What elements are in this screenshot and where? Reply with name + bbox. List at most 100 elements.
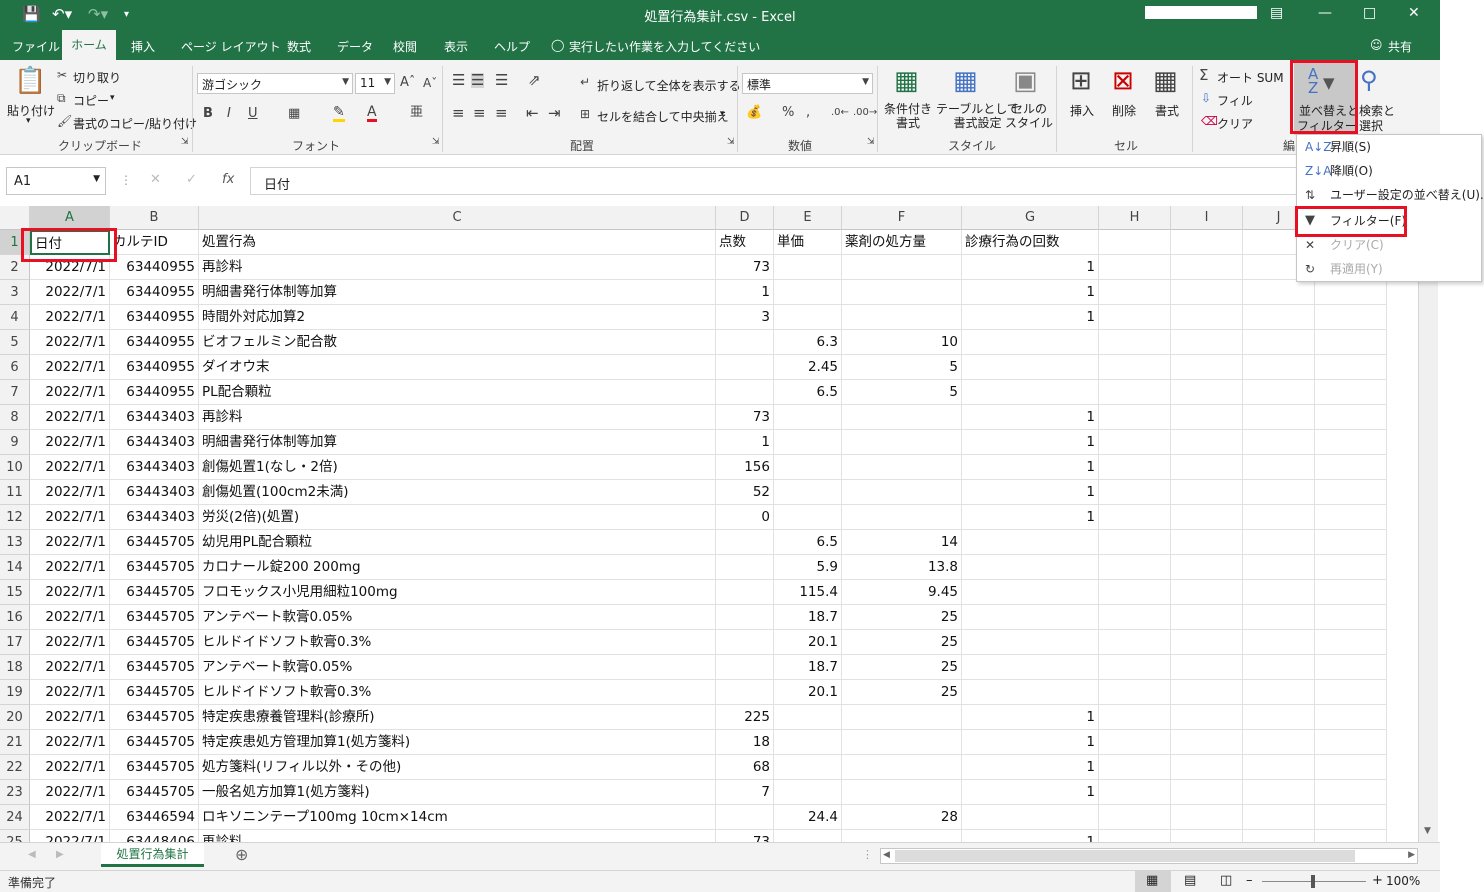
empty-cell[interactable] bbox=[1315, 755, 1387, 780]
unit-price-cell[interactable] bbox=[774, 705, 842, 730]
empty-cell[interactable] bbox=[1243, 780, 1315, 805]
count-cell[interactable]: 1 bbox=[962, 455, 1099, 480]
clear-button[interactable]: クリア bbox=[1217, 115, 1253, 132]
empty-cell[interactable] bbox=[1243, 455, 1315, 480]
treatment-cell[interactable]: 再診料 bbox=[199, 255, 716, 280]
empty-cell[interactable] bbox=[1243, 580, 1315, 605]
tab-data[interactable]: データ bbox=[337, 38, 373, 55]
count-cell[interactable] bbox=[962, 380, 1099, 405]
points-cell[interactable]: 7 bbox=[716, 780, 774, 805]
zoom-slider-thumb[interactable] bbox=[1311, 875, 1315, 888]
chart-id-cell[interactable]: 63443403 bbox=[110, 480, 199, 505]
row-header[interactable]: 9 bbox=[0, 430, 30, 455]
row-header[interactable]: 18 bbox=[0, 655, 30, 680]
count-cell[interactable] bbox=[962, 355, 1099, 380]
split-handle-icon[interactable]: ⋮ bbox=[862, 848, 873, 861]
count-cell[interactable]: 1 bbox=[962, 430, 1099, 455]
menu-item-custom-sort[interactable]: ⇅ ユーザー設定の並べ替え(U)... bbox=[1297, 183, 1484, 207]
row-header[interactable]: 13 bbox=[0, 530, 30, 555]
date-cell[interactable]: 2022/7/1 bbox=[30, 255, 110, 280]
close-button[interactable]: ✕ bbox=[1408, 5, 1420, 21]
row-header[interactable]: 7 bbox=[0, 380, 30, 405]
chart-id-cell[interactable]: 63440955 bbox=[110, 305, 199, 330]
unit-price-cell[interactable]: 18.7 bbox=[774, 605, 842, 630]
row-header[interactable]: 15 bbox=[0, 580, 30, 605]
empty-cell[interactable] bbox=[1243, 680, 1315, 705]
count-cell[interactable] bbox=[962, 605, 1099, 630]
unit-price-cell[interactable] bbox=[774, 305, 842, 330]
chart-id-cell[interactable]: 63445705 bbox=[110, 755, 199, 780]
empty-cell[interactable] bbox=[1099, 830, 1171, 842]
row-header[interactable]: 2 bbox=[0, 255, 30, 280]
treatment-cell[interactable]: 創傷処置1(なし・2倍) bbox=[199, 455, 716, 480]
empty-cell[interactable] bbox=[1243, 480, 1315, 505]
align-center-icon[interactable]: ≡ bbox=[473, 106, 486, 121]
header-cell[interactable]: カルテID bbox=[110, 230, 199, 255]
points-cell[interactable] bbox=[716, 530, 774, 555]
treatment-cell[interactable]: アンテベート軟膏0.05% bbox=[199, 605, 716, 630]
empty-cell[interactable] bbox=[1243, 755, 1315, 780]
quantity-cell[interactable] bbox=[842, 280, 962, 305]
empty-cell[interactable] bbox=[1243, 405, 1315, 430]
unit-price-cell[interactable] bbox=[774, 455, 842, 480]
paste-dropdown-icon[interactable]: ▾ bbox=[26, 116, 31, 126]
date-cell[interactable]: 2022/7/1 bbox=[30, 505, 110, 530]
share-button[interactable]: 共有 bbox=[1388, 38, 1412, 55]
empty-cell[interactable] bbox=[1315, 305, 1387, 330]
empty-cell[interactable] bbox=[1243, 330, 1315, 355]
empty-cell[interactable] bbox=[1315, 605, 1387, 630]
quantity-cell[interactable]: 25 bbox=[842, 630, 962, 655]
row-header[interactable]: 16 bbox=[0, 605, 30, 630]
normal-view-button[interactable]: ▦ bbox=[1135, 871, 1171, 892]
chart-id-cell[interactable]: 63448406 bbox=[110, 830, 199, 842]
number-launcher-icon[interactable]: ⇲ bbox=[867, 137, 875, 147]
empty-cell[interactable] bbox=[1099, 730, 1171, 755]
points-cell[interactable]: 73 bbox=[716, 405, 774, 430]
cancel-icon[interactable]: ✕ bbox=[150, 172, 161, 187]
tab-file[interactable]: ファイル bbox=[12, 38, 60, 55]
page-layout-view-icon[interactable]: ▤ bbox=[1184, 873, 1196, 888]
tab-view[interactable]: 表示 bbox=[444, 38, 468, 55]
quantity-cell[interactable] bbox=[842, 705, 962, 730]
delete-cells-button[interactable]: 削除 bbox=[1112, 102, 1136, 119]
paste-icon[interactable]: 📋 bbox=[14, 68, 46, 94]
column-header-C[interactable]: C bbox=[199, 206, 716, 230]
empty-cell[interactable] bbox=[1315, 630, 1387, 655]
treatment-cell[interactable]: 再診料 bbox=[199, 830, 716, 842]
chart-id-cell[interactable]: 63445705 bbox=[110, 680, 199, 705]
font-name-combo[interactable]: 游ゴシック ▼ bbox=[197, 73, 353, 94]
unit-price-cell[interactable]: 18.7 bbox=[774, 655, 842, 680]
treatment-cell[interactable]: アンテベート軟膏0.05% bbox=[199, 655, 716, 680]
quantity-cell[interactable] bbox=[842, 505, 962, 530]
empty-cell[interactable] bbox=[1243, 505, 1315, 530]
count-cell[interactable]: 1 bbox=[962, 305, 1099, 330]
quantity-cell[interactable]: 25 bbox=[842, 655, 962, 680]
empty-cell[interactable] bbox=[1171, 230, 1243, 255]
treatment-cell[interactable]: 特定疾患処方管理加算1(処方箋料) bbox=[199, 730, 716, 755]
empty-cell[interactable] bbox=[1315, 805, 1387, 830]
name-box[interactable]: A1 ▼ bbox=[6, 167, 106, 195]
vertical-scrollbar[interactable]: ▼ bbox=[1418, 206, 1438, 842]
chart-id-cell[interactable]: 63440955 bbox=[110, 255, 199, 280]
select-all-corner[interactable] bbox=[0, 206, 30, 230]
empty-cell[interactable] bbox=[1315, 680, 1387, 705]
empty-cell[interactable] bbox=[1171, 630, 1243, 655]
empty-cell[interactable] bbox=[1171, 430, 1243, 455]
date-cell[interactable]: 2022/7/1 bbox=[30, 330, 110, 355]
number-format-combo[interactable]: 標準 ▼ bbox=[742, 73, 873, 94]
date-cell[interactable]: 2022/7/1 bbox=[30, 655, 110, 680]
prev-sheet-icon[interactable]: ◀ bbox=[28, 849, 36, 860]
empty-cell[interactable] bbox=[1243, 630, 1315, 655]
empty-cell[interactable] bbox=[1171, 605, 1243, 630]
date-cell[interactable]: 2022/7/1 bbox=[30, 730, 110, 755]
unit-price-cell[interactable]: 2.45 bbox=[774, 355, 842, 380]
quantity-cell[interactable]: 5 bbox=[842, 380, 962, 405]
points-cell[interactable] bbox=[716, 655, 774, 680]
treatment-cell[interactable]: 処方箋料(リフィル以外・その他) bbox=[199, 755, 716, 780]
enter-icon[interactable]: ✓ bbox=[186, 172, 197, 187]
empty-cell[interactable] bbox=[1243, 655, 1315, 680]
increase-decimal-icon[interactable]: .0← bbox=[831, 108, 849, 118]
empty-cell[interactable] bbox=[1171, 505, 1243, 530]
unit-price-cell[interactable]: 6.5 bbox=[774, 380, 842, 405]
date-cell[interactable]: 2022/7/1 bbox=[30, 780, 110, 805]
